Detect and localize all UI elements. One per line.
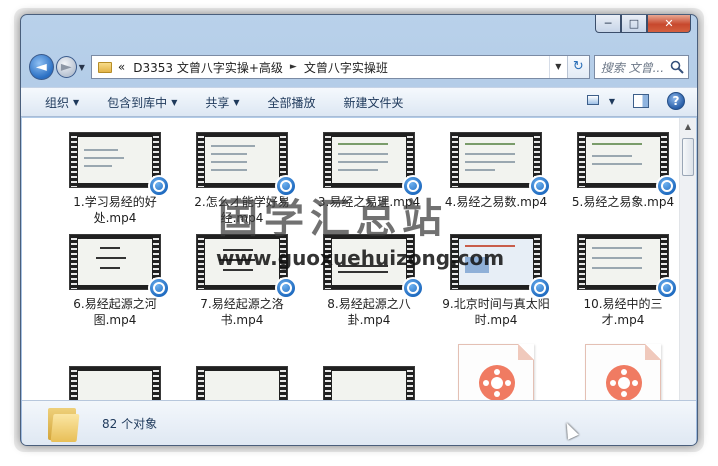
caption-buttons: ─ □ ✕ [595, 15, 691, 33]
breadcrumb-item[interactable]: 文曾八字实操班 [304, 59, 388, 76]
address-bar[interactable]: « D3353 文曾八字实操+高级 ► 文曾八字实操班 ▼ ↻ [90, 55, 590, 79]
video-thumbnail [577, 132, 678, 197]
watermark-url: www.guoxuehuizong.com [216, 246, 505, 270]
maximize-button[interactable]: □ [621, 15, 647, 33]
organize-menu[interactable]: 组织 ▼ [45, 94, 79, 111]
scrollbar-thumb[interactable] [682, 138, 694, 176]
media-player-icon [402, 277, 424, 299]
file-name: 1.学习易经的好处.mp4 [73, 195, 157, 225]
watermark-title: 国学汇总站 [218, 195, 448, 242]
media-player-icon [275, 277, 297, 299]
chevron-down-icon[interactable]: ▼ [609, 97, 615, 106]
search-icon[interactable] [670, 60, 684, 74]
preview-pane-icon[interactable] [633, 94, 649, 108]
chevron-down-icon: ▼ [171, 97, 178, 107]
chevron-down-icon: ▼ [233, 97, 240, 107]
minimize-button[interactable]: ─ [595, 15, 621, 33]
video-thumbnail [69, 234, 170, 299]
file-item[interactable]: 1.学习易经的好处.mp4 [56, 132, 174, 226]
help-icon[interactable]: ? [667, 92, 685, 110]
file-name: 10.易经中的三才.mp4 [583, 297, 663, 327]
scroll-up-arrow-icon[interactable]: ▲ [680, 118, 696, 135]
organize-label: 组织 [45, 95, 70, 110]
new-folder-button[interactable]: 新建文件夹 [344, 94, 404, 111]
video-thumbnail [323, 132, 424, 197]
file-item[interactable]: 5.易经之易象.mp4 [564, 132, 682, 210]
navigation-bar: ◄ ► ▼ « D3353 文曾八字实操+高级 ► 文曾八字实操班 ▼ ↻ 搜索… [29, 53, 689, 81]
play-all-button[interactable]: 全部播放 [268, 94, 316, 111]
video-thumbnail [450, 132, 551, 197]
file-name: 8.易经起源之八卦.mp4 [327, 297, 411, 327]
media-player-icon [148, 277, 170, 299]
file-name: 7.易经起源之洛书.mp4 [200, 297, 284, 327]
address-overflow[interactable]: « [118, 60, 125, 74]
search-placeholder: 搜索 文曾... [600, 60, 665, 75]
file-item[interactable]: 4.易经之易数.mp4 [437, 132, 555, 210]
refresh-icon[interactable]: ↻ [566, 56, 589, 78]
include-library-label: 包含到库中 [107, 95, 168, 110]
close-button[interactable]: ✕ [647, 15, 691, 33]
share-menu[interactable]: 共享 ▼ [205, 94, 239, 111]
file-item[interactable]: 10.易经中的三才.mp4 [564, 234, 682, 328]
file-name: 9.北京时间与真太阳时.mp4 [442, 297, 550, 327]
folder-icon [48, 406, 80, 442]
item-count: 82 个对象 [102, 417, 158, 431]
folder-icon [97, 61, 112, 73]
chevron-down-icon: ▼ [73, 97, 80, 107]
include-library-menu[interactable]: 包含到库中 ▼ [107, 94, 177, 111]
media-player-icon [656, 277, 678, 299]
media-player-icon [148, 175, 170, 197]
share-label: 共享 [205, 95, 230, 110]
file-item[interactable]: 6.易经起源之河图.mp4 [56, 234, 174, 328]
command-bar: 组织 ▼ 包含到库中 ▼ 共享 ▼ 全部播放 新建文件夹 ▼ ? [21, 87, 697, 117]
address-dropdown-button[interactable]: ▼ [548, 56, 567, 78]
video-thumbnail [577, 234, 678, 299]
media-player-icon [656, 175, 678, 197]
media-player-icon [529, 175, 551, 197]
view-icon[interactable] [585, 93, 605, 109]
breadcrumb-item[interactable]: D3353 文曾八字实操+高级 [133, 59, 283, 76]
details-pane: 82 个对象 [22, 400, 696, 445]
recent-pages-dropdown[interactable]: ▼ [79, 63, 85, 72]
media-player-icon [529, 277, 551, 299]
video-thumbnail [69, 132, 170, 197]
forward-arrow-icon[interactable]: ► [55, 56, 77, 78]
search-input[interactable]: 搜索 文曾... [593, 55, 689, 79]
file-name: 6.易经起源之河图.mp4 [73, 297, 157, 327]
breadcrumb-separator[interactable]: ► [290, 62, 297, 72]
back-arrow-icon[interactable]: ◄ [29, 54, 54, 80]
vertical-scrollbar[interactable]: ▲ [679, 118, 696, 400]
video-thumbnail [196, 132, 297, 197]
